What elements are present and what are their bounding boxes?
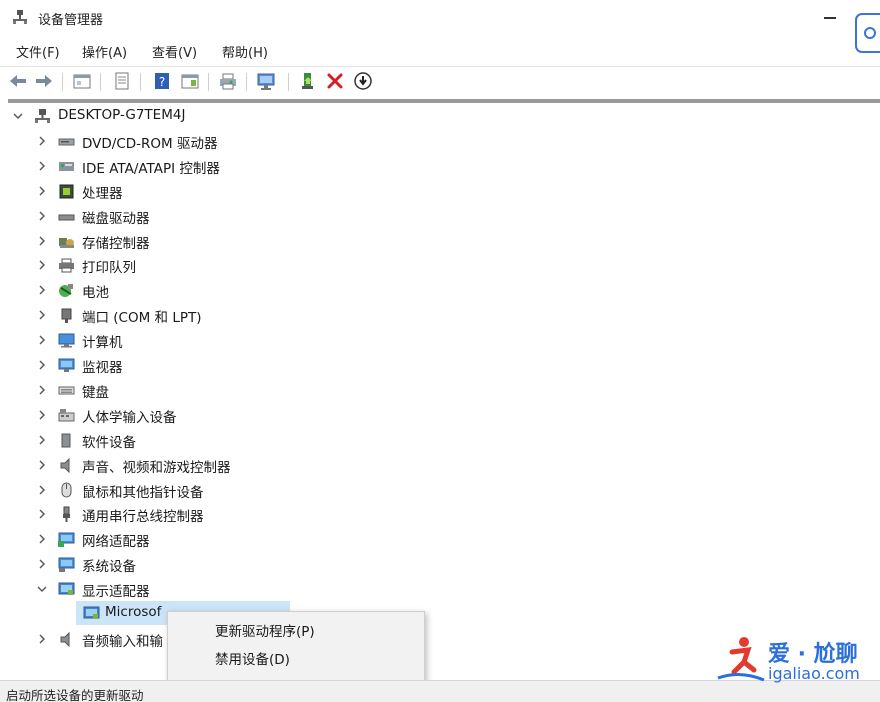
- printer-icon: [59, 258, 74, 273]
- tree-item-label: 打印队列: [82, 260, 136, 277]
- tree-item-label: 计算机: [82, 335, 123, 352]
- tree-item-label: 声音、视频和游戏控制器: [82, 459, 231, 476]
- chevron-right-icon[interactable]: [36, 235, 48, 247]
- system-device-icon: [58, 557, 75, 573]
- audio-icon: [60, 631, 70, 647]
- dvd-drive-icon: [58, 138, 75, 146]
- tree-item-label: 系统设备: [82, 559, 136, 576]
- scan-hardware-icon[interactable]: [256, 71, 276, 91]
- chevron-right-icon[interactable]: [36, 533, 48, 545]
- chevron-right-icon[interactable]: [36, 484, 48, 496]
- menu-bar: 文件(F) 操作(A) 查看(V) 帮助(H): [0, 38, 880, 64]
- print-icon[interactable]: [218, 71, 238, 91]
- computer-icon: [58, 333, 75, 348]
- chevron-right-icon[interactable]: [36, 459, 48, 471]
- display-adapter-icon: [83, 606, 100, 619]
- watermark-logo: 爱 · 尬聊 igaliao.com: [712, 630, 880, 690]
- chevron-right-icon[interactable]: [36, 185, 48, 197]
- menu-help[interactable]: 帮助(H): [220, 42, 270, 61]
- tree-item[interactable]: 音频输入和输: [0, 0, 300, 650]
- minimize-button[interactable]: [818, 5, 844, 29]
- tree-item-label: 人体学输入设备: [82, 409, 177, 426]
- battery-icon: [59, 284, 73, 298]
- display-adapter-icon: [58, 582, 75, 596]
- forward-arrow-icon[interactable]: [34, 71, 54, 91]
- disk-drive-icon: [58, 214, 75, 221]
- status-text: 启动所选设备的更新驱动: [6, 688, 144, 702]
- chevron-right-icon[interactable]: [36, 359, 48, 371]
- chevron-right-icon[interactable]: [36, 259, 48, 271]
- storage-controller-icon: [59, 237, 74, 248]
- chevron-right-icon[interactable]: [36, 434, 48, 446]
- tree-item-label: 网络适配器: [82, 534, 150, 551]
- keyboard-icon: [58, 386, 75, 395]
- uninstall-x-icon[interactable]: [325, 71, 345, 91]
- properties-window-icon[interactable]: [72, 71, 92, 91]
- chevron-right-icon[interactable]: [36, 309, 48, 321]
- document-icon[interactable]: [112, 71, 132, 91]
- tree-item-label: DESKTOP-G7TEM4J: [58, 107, 186, 123]
- menu-view[interactable]: 查看(V): [150, 42, 199, 61]
- tree-item-label: 键盘: [82, 384, 109, 401]
- usb-icon: [63, 506, 70, 523]
- runner-logo-icon: [717, 637, 765, 682]
- port-icon: [61, 308, 72, 324]
- download-circle-icon[interactable]: [353, 71, 373, 91]
- tree-item-label: 磁盘驱动器: [82, 210, 150, 227]
- chevron-down-icon[interactable]: [12, 110, 24, 122]
- monitor-icon: [58, 358, 75, 372]
- tree-item-label: 处理器: [82, 185, 123, 202]
- tree-item-label: 显示适配器: [82, 584, 150, 601]
- chevron-right-icon[interactable]: [36, 210, 48, 222]
- toolbar-divider: [8, 99, 880, 103]
- menu-action[interactable]: 操作(A): [80, 42, 129, 61]
- chevron-right-icon[interactable]: [36, 334, 48, 346]
- software-device-icon: [61, 433, 71, 448]
- tree-item-label: 鼠标和其他指针设备: [82, 484, 204, 501]
- tree-item-label: 软件设备: [82, 434, 136, 451]
- computer-root-icon: [35, 109, 50, 123]
- update-driver-icon[interactable]: [298, 71, 318, 91]
- network-adapter-icon: [58, 532, 75, 548]
- tree-item-label: 端口 (COM 和 LPT): [82, 310, 202, 327]
- tree-item-label: 通用串行总线控制器: [82, 509, 204, 526]
- back-arrow-icon[interactable]: [8, 71, 28, 91]
- chevron-right-icon[interactable]: [36, 633, 48, 645]
- toolbar: ?: [0, 66, 880, 96]
- help-icon[interactable]: ?: [152, 71, 172, 91]
- hid-icon: [58, 408, 75, 422]
- chevron-right-icon[interactable]: [36, 409, 48, 421]
- tree-item-label: DVD/CD-ROM 驱动器: [82, 135, 218, 152]
- tree-item-label: 电池: [82, 285, 109, 302]
- chevron-down-icon[interactable]: [36, 583, 48, 595]
- tree-item-label: 存储控制器: [82, 235, 150, 252]
- tree-item-label: IDE ATA/ATAPI 控制器: [82, 160, 220, 177]
- sound-icon: [60, 457, 70, 473]
- mouse-icon: [61, 482, 72, 497]
- view-panel-icon[interactable]: [180, 71, 200, 91]
- tree-item-label: 监视器: [82, 360, 123, 376]
- menu-file[interactable]: 文件(F): [14, 42, 62, 61]
- chevron-right-icon[interactable]: [36, 558, 48, 570]
- context-disable-device[interactable]: 禁用设备(D): [168, 643, 424, 670]
- ide-controller-icon: [59, 161, 74, 171]
- svg-text:?: ?: [159, 75, 165, 89]
- chevron-right-icon[interactable]: [36, 160, 48, 172]
- chevron-right-icon[interactable]: [36, 284, 48, 296]
- chevron-right-icon[interactable]: [36, 508, 48, 520]
- context-update-driver[interactable]: 更新驱动程序(P): [168, 615, 424, 642]
- tree-item-label: Microsof: [105, 604, 162, 620]
- watermark-url: igaliao.com: [768, 664, 860, 683]
- processor-icon: [59, 184, 74, 199]
- chevron-right-icon[interactable]: [36, 384, 48, 396]
- tree-item-label: 音频输入和输: [82, 633, 163, 650]
- chevron-right-icon[interactable]: [36, 135, 48, 147]
